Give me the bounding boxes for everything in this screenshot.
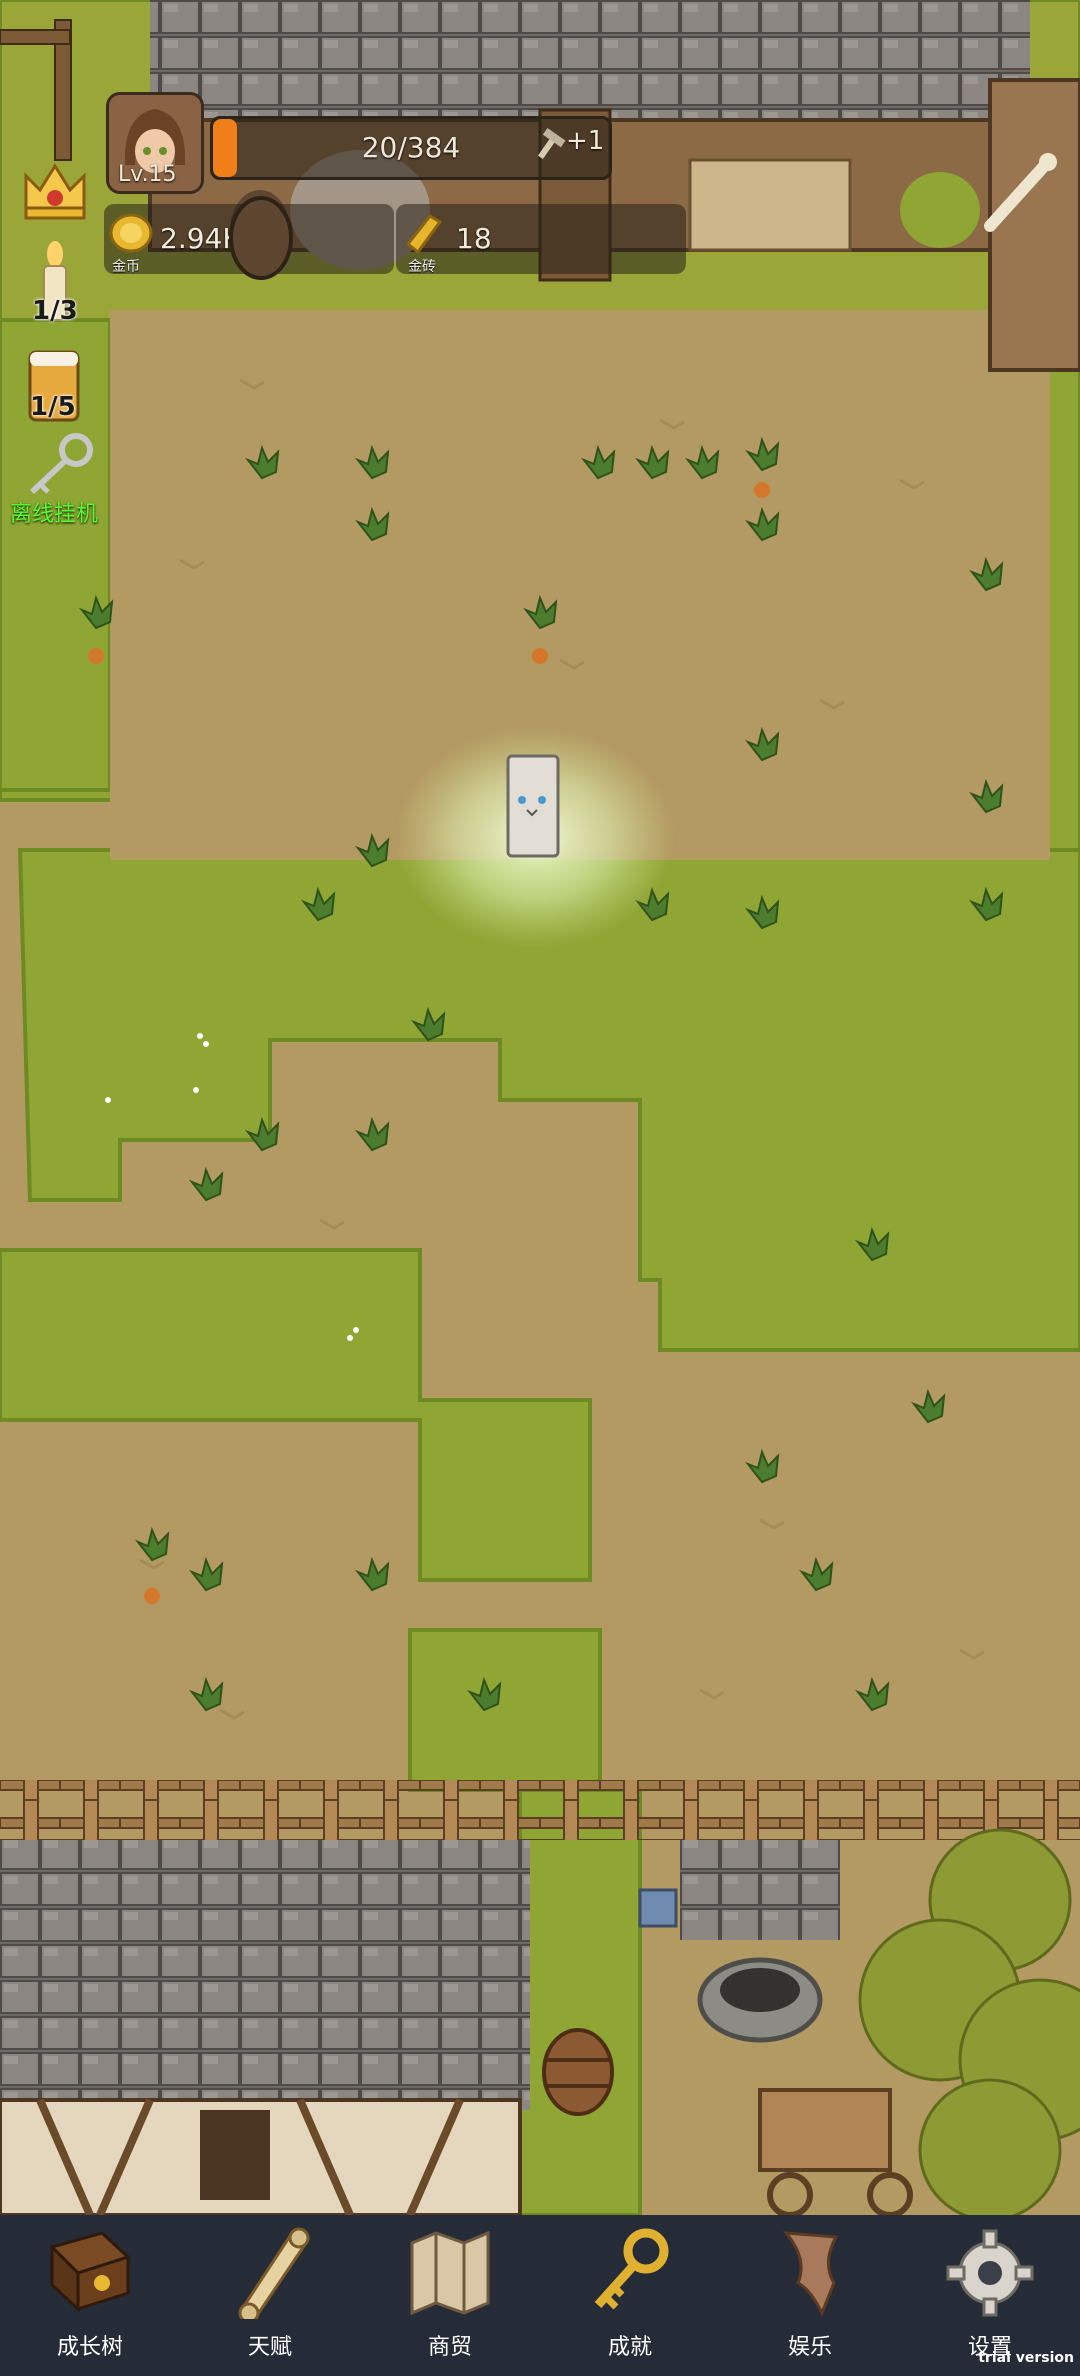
- experience-bonus: +1: [566, 126, 605, 156]
- gold-bar-value: 18: [456, 222, 492, 255]
- bone-tool-icon[interactable]: [980, 150, 1060, 236]
- achievement-key-icon: [594, 2228, 669, 2310]
- nav-growth-tree[interactable]: 成长树: [0, 2215, 180, 2376]
- afk-label: 离线挂机: [10, 502, 99, 527]
- nav-talent[interactable]: 天赋: [180, 2215, 360, 2376]
- gold-bar-icon: [405, 214, 443, 255]
- trial-watermark: trial version: [978, 2350, 1074, 2366]
- hammer-icon: [537, 128, 566, 160]
- candle-count: 1/3: [32, 296, 78, 326]
- trade-map-icon: [410, 2230, 490, 2316]
- barrel-decor-icon: [229, 196, 293, 280]
- talent-scroll-icon: [238, 2227, 310, 2319]
- nav-label: 成长树: [56, 2335, 123, 2360]
- gold-bar-counter[interactable]: 18 金砖: [396, 204, 686, 275]
- gold-coin-icon: [109, 213, 153, 253]
- crown-icon[interactable]: [20, 158, 90, 222]
- entertainment-scroll-icon: [782, 2231, 839, 2317]
- nav-label: 天赋: [247, 2335, 292, 2360]
- beer-count: 1/5: [30, 392, 76, 422]
- farm-scene: [0, 0, 1080, 2215]
- nav-label: 成就: [607, 2335, 652, 2360]
- nav-entertainment[interactable]: 娱乐: [720, 2215, 900, 2376]
- fence: [0, 1780, 1080, 1840]
- key-icon: [29, 433, 93, 495]
- nav-trade[interactable]: 商贸: [360, 2215, 540, 2376]
- nav-label: 娱乐: [787, 2335, 832, 2360]
- game-world[interactable]: [0, 0, 1080, 2215]
- player-level: Lv.15: [118, 162, 177, 187]
- nav-label: 商贸: [427, 2335, 472, 2360]
- gold-bar-caption: 金砖: [408, 259, 436, 275]
- barrel: [542, 2028, 614, 2116]
- bottom-nav: 成长树 天赋 商贸 成就 娱乐 设置 trial version: [0, 2215, 1080, 2376]
- coin-caption: 金币: [112, 259, 140, 275]
- nav-achievement[interactable]: 成就: [540, 2215, 720, 2376]
- player-character: [506, 754, 560, 858]
- growth-book-icon: [49, 2231, 131, 2313]
- bottom-house: [0, 1840, 530, 2215]
- settings-gear-icon: [946, 2229, 1034, 2317]
